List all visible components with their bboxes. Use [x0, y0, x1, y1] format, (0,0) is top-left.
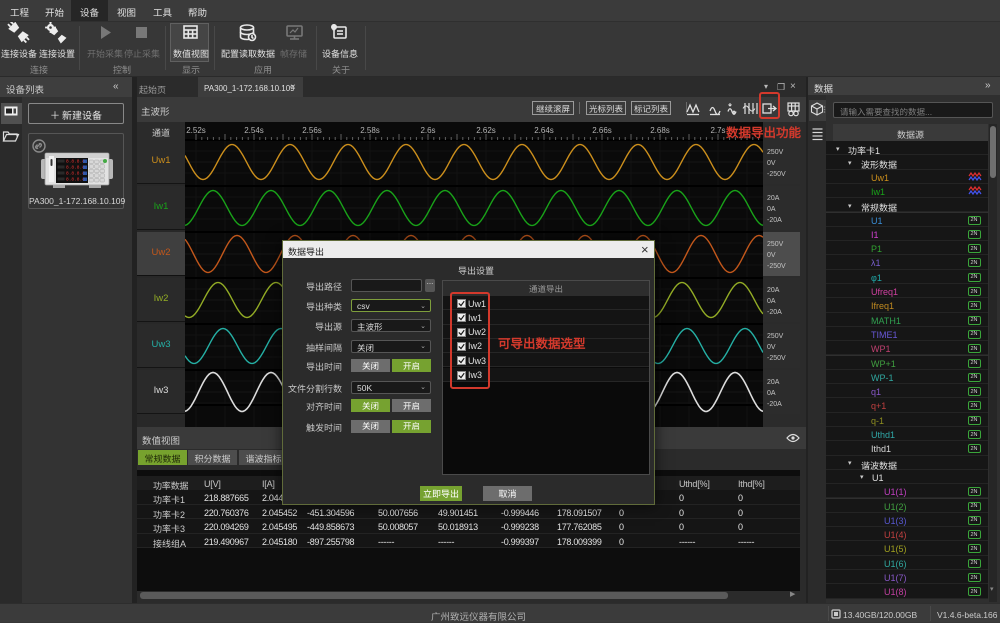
svg-text:8.8.8.8: 8.8.8.8	[66, 165, 85, 171]
svg-text:2.68s: 2.68s	[650, 126, 670, 135]
svg-text:8.8.8.8: 8.8.8.8	[66, 177, 85, 183]
svg-text:8.8.8.8: 8.8.8.8	[66, 159, 85, 165]
svg-text:2.56s: 2.56s	[302, 126, 322, 135]
svg-text:2.62s: 2.62s	[476, 126, 496, 135]
svg-text:2.52s: 2.52s	[186, 126, 206, 135]
svg-text:2.64s: 2.64s	[534, 126, 554, 135]
svg-text:2.7s: 2.7s	[710, 126, 725, 135]
svg-text:2.54s: 2.54s	[244, 126, 264, 135]
svg-text:2.6s: 2.6s	[420, 126, 435, 135]
svg-text:2.66s: 2.66s	[592, 126, 612, 135]
svg-text:8.8.8.8: 8.8.8.8	[66, 171, 85, 177]
svg-text:2.58s: 2.58s	[360, 126, 380, 135]
